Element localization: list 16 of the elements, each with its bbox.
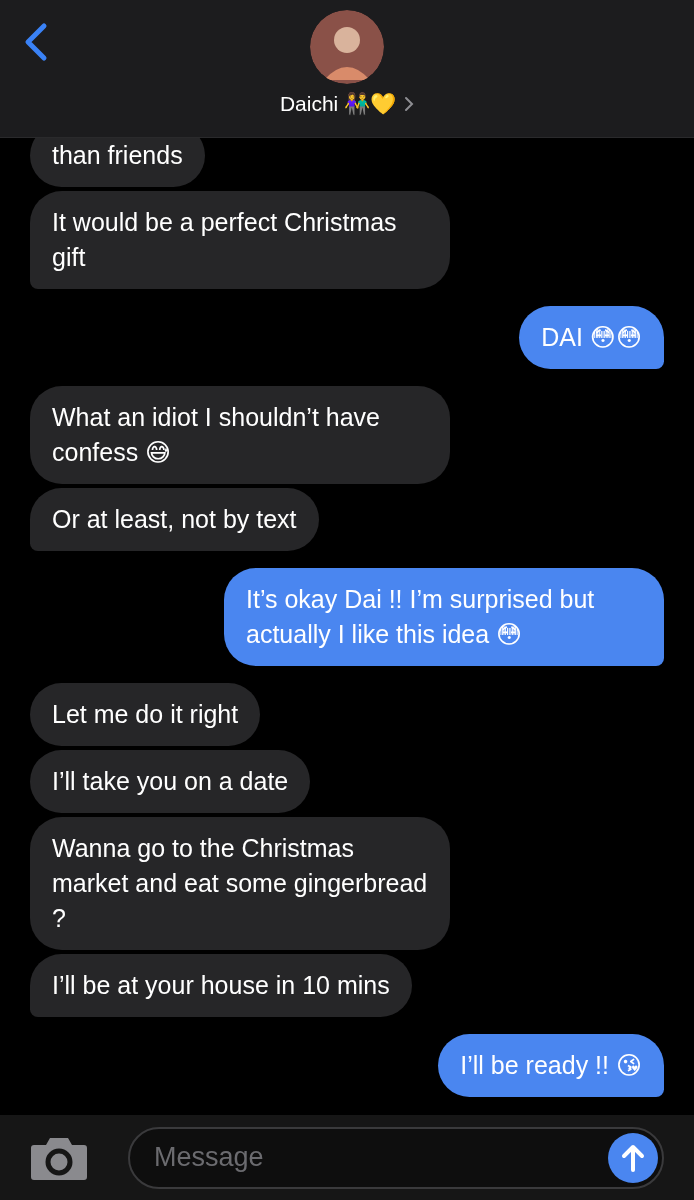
arrow-up-icon: [621, 1142, 645, 1173]
sent-message: DAI 😳😳: [519, 306, 664, 369]
message-field[interactable]: Message: [128, 1126, 664, 1189]
received-message: What an idiot I shouldn’t have confess 😅: [30, 386, 450, 484]
received-message: Or at least, not by text: [30, 488, 319, 551]
received-message: than friends: [30, 138, 205, 187]
avatar[interactable]: [310, 10, 384, 84]
chevron-icon: [404, 96, 415, 112]
received-message: I’ll be at your house in 10 mins: [30, 954, 412, 1017]
received-message: Wanna go to the Christmas market and eat some gingerbread ?: [30, 817, 450, 950]
sent-message: It’s okay Dai !! I’m surprised but actually I like this idea 😳: [224, 568, 664, 666]
received-message: It would be a perfect Christmas gift: [30, 191, 450, 289]
received-message: Let me do it right: [30, 683, 261, 746]
sent-message: I’ll be ready !! 😘: [438, 1034, 664, 1097]
contact-name[interactable]: Daichi 👫💛: [279, 92, 415, 116]
received-message: I’ll take you on a date: [30, 750, 311, 813]
